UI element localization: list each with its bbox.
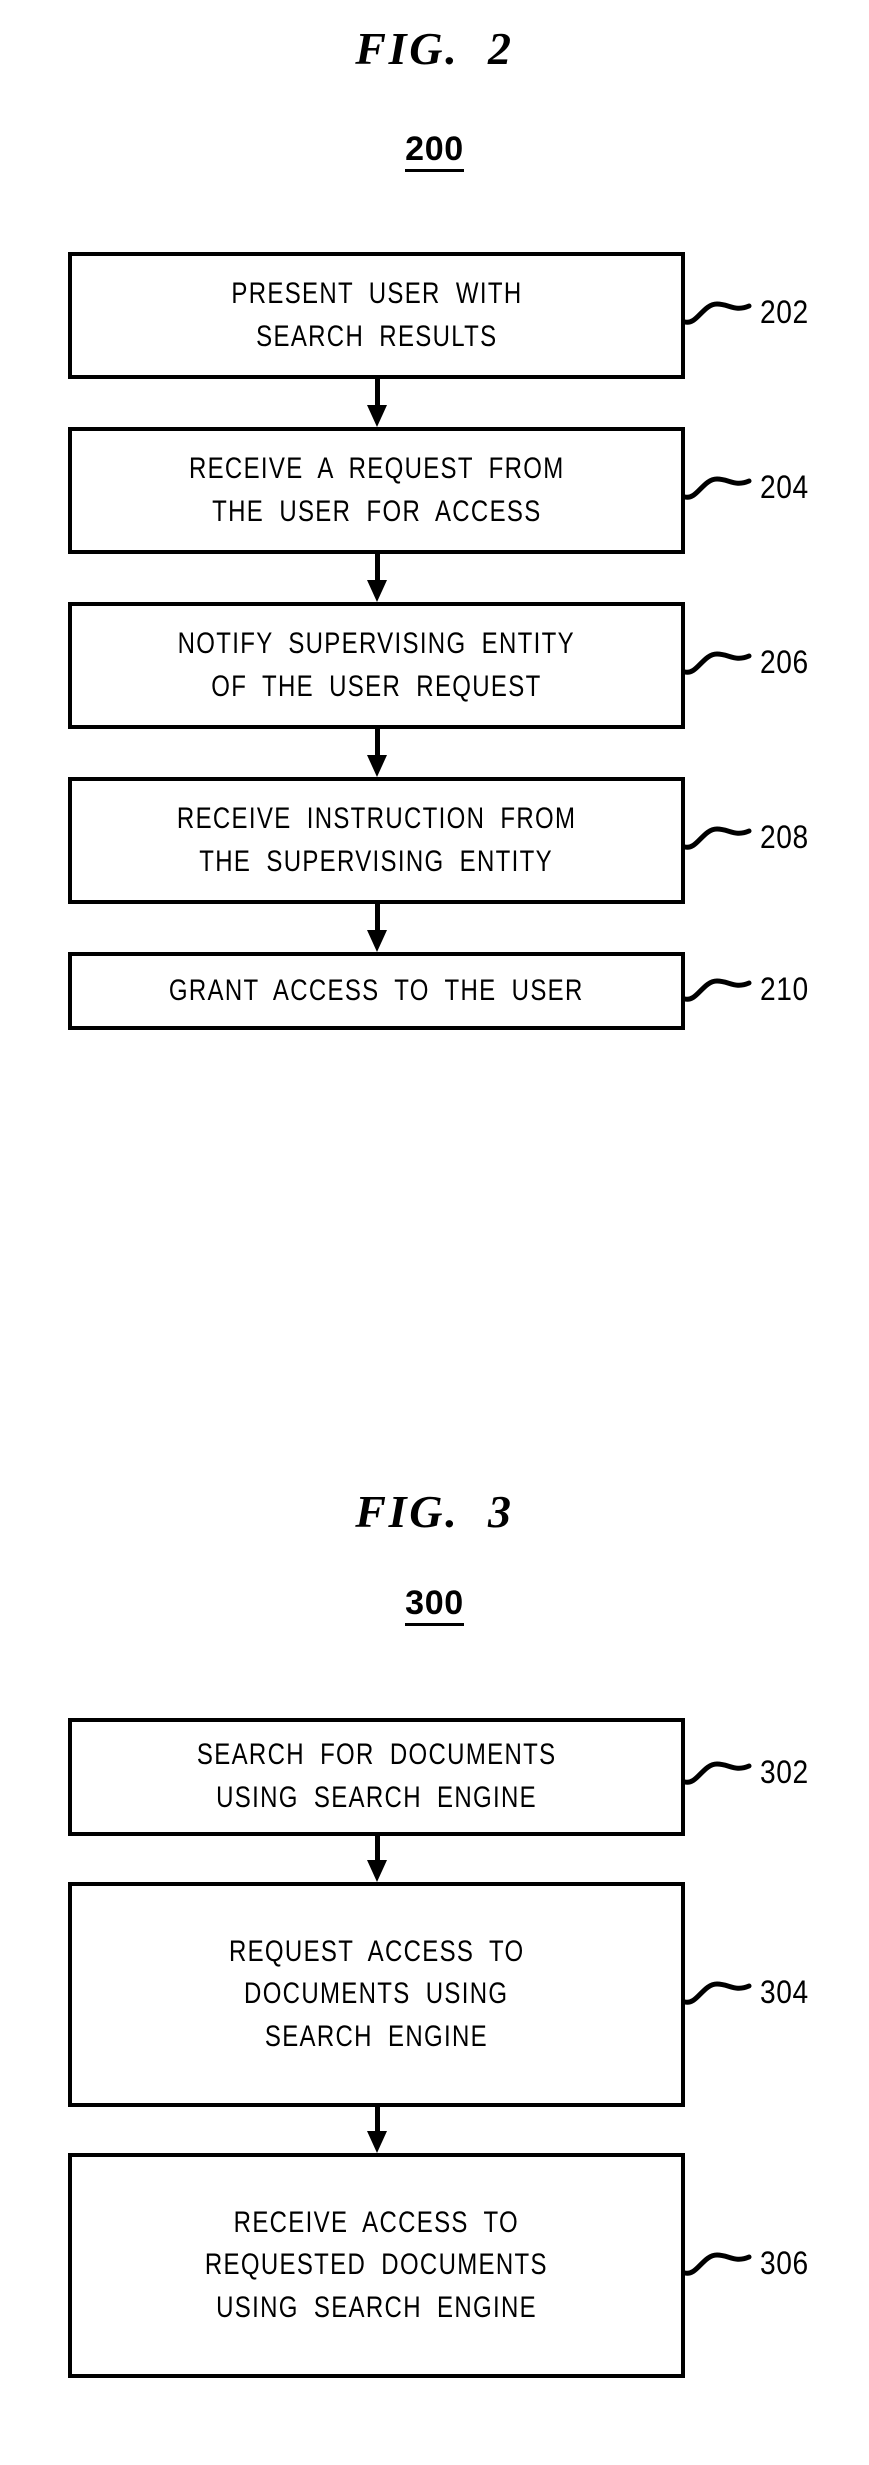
reference-numeral-304: 304 [760, 1974, 809, 2010]
flow-step-208[interactable]: RECEIVE INSTRUCTION FROM THE SUPERVISING… [68, 777, 685, 904]
flow-step-204[interactable]: RECEIVE A REQUEST FROM THE USER FOR ACCE… [68, 427, 685, 554]
flow-step-304-line-2: DOCUMENTS USING [244, 1977, 509, 2011]
patent-drawing-sheet: FIG. 2 200 PRESENT USER WITH SEARCH RESU… [0, 0, 869, 2465]
flow-step-206-line-2: OF THE USER REQUEST [211, 669, 542, 703]
flow-step-210-line-1: GRANT ACCESS TO THE USER [169, 973, 584, 1007]
flow-step-208-line-2: THE SUPERVISING ENTITY [199, 844, 554, 878]
flow-step-304-line-3: SEARCH ENGINE [264, 2019, 489, 2053]
flow-arrow-304-to-306 [364, 2107, 390, 2153]
flow-arrow-206-to-208 [364, 729, 390, 777]
flow-step-210[interactable]: GRANT ACCESS TO THE USER [68, 952, 685, 1030]
flow-step-306-line-3: USING SEARCH ENGINE [216, 2290, 537, 2324]
flow-step-208-line-1: RECEIVE INSTRUCTION FROM [176, 801, 577, 835]
reference-numeral-302: 302 [760, 1754, 809, 1790]
leader-line-306 [683, 2252, 752, 2276]
leader-line-202 [683, 301, 752, 325]
reference-numeral-202: 202 [760, 294, 809, 330]
reference-numeral-210: 210 [760, 971, 809, 1007]
flow-step-304-line-1: REQUEST ACCESS TO [228, 1934, 525, 1968]
flow-step-202-line-2: SEARCH RESULTS [255, 319, 498, 353]
figure-2-title: FIG. 2 [0, 22, 869, 75]
leader-line-304 [683, 1981, 752, 2005]
flow-step-302-line-1: SEARCH FOR DOCUMENTS [196, 1738, 557, 1772]
leader-line-210 [683, 978, 752, 1002]
flow-step-202[interactable]: PRESENT USER WITH SEARCH RESULTS [68, 252, 685, 379]
figure-3-reference-numeral: 300 [0, 1584, 869, 1626]
reference-numeral-206: 206 [760, 644, 809, 680]
figure-2-reference-text: 200 [405, 130, 464, 172]
reference-numeral-208: 208 [760, 819, 809, 855]
flow-arrow-204-to-206 [364, 554, 390, 602]
leader-line-206 [683, 651, 752, 675]
flow-step-206[interactable]: NOTIFY SUPERVISING ENTITY OF THE USER RE… [68, 602, 685, 729]
leader-line-208 [683, 826, 752, 850]
figure-3-reference-text: 300 [405, 1584, 464, 1626]
flow-step-302[interactable]: SEARCH FOR DOCUMENTS USING SEARCH ENGINE [68, 1718, 685, 1836]
flow-step-306-line-1: RECEIVE ACCESS TO [233, 2205, 520, 2239]
flow-arrow-202-to-204 [364, 379, 390, 427]
flow-step-304[interactable]: REQUEST ACCESS TO DOCUMENTS USING SEARCH… [68, 1882, 685, 2107]
leader-line-302 [683, 1761, 752, 1785]
flow-step-206-line-1: NOTIFY SUPERVISING ENTITY [177, 626, 576, 660]
flow-step-204-line-2: THE USER FOR ACCESS [211, 494, 542, 528]
figure-3-title-text: FIG. 3 [355, 1486, 514, 1537]
flow-step-306-line-2: REQUESTED DOCUMENTS [205, 2248, 548, 2282]
flow-step-306[interactable]: RECEIVE ACCESS TO REQUESTED DOCUMENTS US… [68, 2153, 685, 2378]
flow-step-302-line-2: USING SEARCH ENGINE [216, 1781, 537, 1814]
flow-step-204-line-1: RECEIVE A REQUEST FROM [188, 451, 565, 485]
figure-2-reference-numeral: 200 [0, 130, 869, 172]
flow-step-202-line-1: PRESENT USER WITH [230, 276, 523, 310]
figure-2-title-text: FIG. 2 [355, 23, 514, 74]
flow-arrow-208-to-210 [364, 904, 390, 952]
reference-numeral-204: 204 [760, 469, 809, 505]
reference-numeral-306: 306 [760, 2245, 809, 2281]
leader-line-204 [683, 476, 752, 500]
flow-arrow-302-to-304 [364, 1836, 390, 1882]
figure-3-title: FIG. 3 [0, 1485, 869, 1538]
